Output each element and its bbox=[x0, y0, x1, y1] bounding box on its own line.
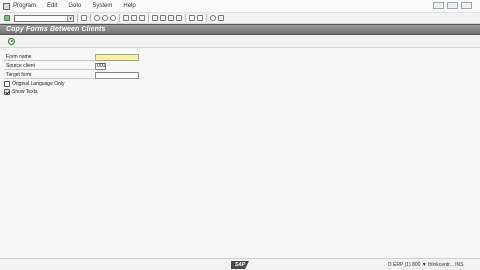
previous-page-icon[interactable] bbox=[160, 15, 166, 21]
status-bar: SAP D ERP (1) 800 ▼ thinkcentr... INS bbox=[0, 258, 480, 270]
target-form-row: Target form bbox=[4, 71, 139, 79]
target-form-input[interactable] bbox=[95, 71, 139, 79]
menu-help[interactable]: Help bbox=[123, 3, 135, 9]
menu-goto[interactable]: Goto bbox=[68, 3, 81, 9]
show-texts-row: Show Texts bbox=[4, 88, 37, 96]
help-icon[interactable] bbox=[210, 15, 216, 21]
sap-logo: SAP bbox=[231, 261, 249, 269]
toolbar-separator bbox=[90, 14, 91, 22]
exit-icon[interactable] bbox=[102, 15, 108, 21]
enter-icon[interactable] bbox=[4, 15, 10, 21]
next-page-icon[interactable] bbox=[168, 15, 174, 21]
toolbar-separator bbox=[185, 14, 186, 22]
application-toolbar bbox=[0, 35, 480, 48]
source-client-row: Source client 000 bbox=[4, 62, 106, 70]
toolbar-separator bbox=[119, 14, 120, 22]
shortcut-icon[interactable] bbox=[197, 15, 203, 21]
menu-bar: Program Edit Goto System Help bbox=[0, 0, 480, 12]
print-icon[interactable] bbox=[123, 15, 129, 21]
sap-gui-window: Program Edit Goto System Help ▼ Copy For… bbox=[0, 0, 480, 270]
toolbar-separator bbox=[77, 14, 78, 22]
show-texts-checkbox[interactable] bbox=[4, 89, 10, 95]
window-controls bbox=[433, 2, 472, 9]
execute-icon[interactable] bbox=[8, 38, 15, 45]
chevron-down-icon[interactable]: ▼ bbox=[67, 15, 73, 21]
form-name-label: Form name bbox=[4, 54, 94, 61]
find-next-icon[interactable] bbox=[139, 15, 145, 21]
screen-title: Copy Forms Between Clients bbox=[6, 26, 106, 33]
find-icon[interactable] bbox=[131, 15, 137, 21]
back-icon[interactable] bbox=[94, 15, 100, 21]
maximize-button[interactable] bbox=[447, 2, 458, 9]
cancel-icon[interactable] bbox=[110, 15, 116, 21]
toolbar-separator bbox=[206, 14, 207, 22]
last-page-icon[interactable] bbox=[176, 15, 182, 21]
original-language-only-checkbox[interactable] bbox=[4, 81, 10, 87]
form-name-input[interactable] bbox=[95, 53, 139, 61]
command-field[interactable]: ▼ bbox=[14, 14, 74, 22]
original-language-only-label: Original Language Only bbox=[12, 81, 65, 87]
source-client-label: Source client bbox=[4, 63, 94, 70]
first-page-icon[interactable] bbox=[152, 15, 158, 21]
system-menu-icon[interactable] bbox=[3, 2, 10, 10]
minimize-button[interactable] bbox=[433, 2, 444, 9]
title-bar: Copy Forms Between Clients bbox=[0, 24, 480, 35]
menu-program[interactable]: Program bbox=[13, 3, 36, 9]
form-name-row: Form name bbox=[4, 53, 139, 61]
system-info[interactable]: D ERP (1) 800 ▼ thinkcentr... INS bbox=[388, 262, 463, 268]
show-texts-label: Show Texts bbox=[12, 89, 38, 95]
save-icon[interactable] bbox=[81, 15, 87, 21]
close-button[interactable] bbox=[461, 2, 472, 9]
menu-system[interactable]: System bbox=[92, 3, 112, 9]
source-client-input[interactable]: 000 bbox=[95, 62, 106, 70]
new-session-icon[interactable] bbox=[189, 15, 195, 21]
standard-toolbar: ▼ bbox=[0, 12, 480, 24]
original-language-only-row: Original Language Only bbox=[4, 80, 65, 88]
toolbar-separator bbox=[148, 14, 149, 22]
layout-icon[interactable] bbox=[218, 15, 224, 21]
target-form-label: Target form bbox=[4, 72, 94, 79]
menu-edit[interactable]: Edit bbox=[47, 3, 57, 9]
selection-screen: Form name Source client 000 Target form … bbox=[0, 48, 480, 258]
